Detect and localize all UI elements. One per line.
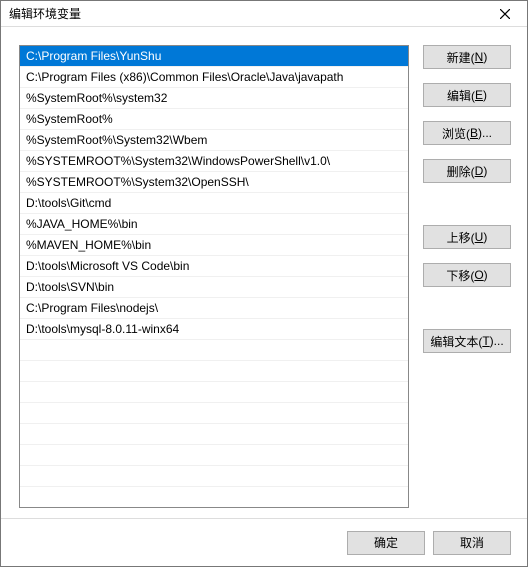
list-item[interactable]	[20, 424, 408, 445]
list-item[interactable]	[20, 382, 408, 403]
close-button[interactable]	[485, 2, 525, 26]
list-item[interactable]: C:\Program Files (x86)\Common Files\Orac…	[20, 67, 408, 88]
browse-button[interactable]: 浏览(B)...	[423, 121, 511, 145]
list-item[interactable]: %MAVEN_HOME%\bin	[20, 235, 408, 256]
list-item[interactable]	[20, 403, 408, 424]
cancel-button[interactable]: 取消	[433, 531, 511, 555]
dialog-window: 编辑环境变量 C:\Program Files\YunShuC:\Program…	[0, 0, 528, 567]
list-item[interactable]	[20, 361, 408, 382]
new-button[interactable]: 新建(N)	[423, 45, 511, 69]
list-item[interactable]: C:\Program Files\nodejs\	[20, 298, 408, 319]
title-bar: 编辑环境变量	[1, 1, 527, 27]
delete-button[interactable]: 删除(D)	[423, 159, 511, 183]
list-item[interactable]: %SystemRoot%\system32	[20, 88, 408, 109]
spacer	[423, 197, 511, 211]
move-up-button[interactable]: 上移(U)	[423, 225, 511, 249]
list-item[interactable]: %SystemRoot%	[20, 109, 408, 130]
window-title: 编辑环境变量	[9, 5, 81, 22]
list-item[interactable]: D:\tools\Microsoft VS Code\bin	[20, 256, 408, 277]
path-list[interactable]: C:\Program Files\YunShuC:\Program Files …	[19, 45, 409, 508]
list-item[interactable]: %SYSTEMROOT%\System32\OpenSSH\	[20, 172, 408, 193]
edit-button[interactable]: 编辑(E)	[423, 83, 511, 107]
edit-text-button[interactable]: 编辑文本(T)...	[423, 329, 511, 353]
side-button-column: 新建(N) 编辑(E) 浏览(B)... 删除(D) 上移(U) 下移(O) 编…	[423, 45, 511, 508]
list-item[interactable]: %JAVA_HOME%\bin	[20, 214, 408, 235]
list-item[interactable]	[20, 445, 408, 466]
list-item[interactable]: %SYSTEMROOT%\System32\WindowsPowerShell\…	[20, 151, 408, 172]
bottom-bar: 确定 取消	[1, 518, 527, 566]
close-icon	[500, 9, 510, 19]
spacer	[423, 301, 511, 315]
list-item[interactable]: %SystemRoot%\System32\Wbem	[20, 130, 408, 151]
list-item[interactable]: D:\tools\SVN\bin	[20, 277, 408, 298]
list-item[interactable]	[20, 340, 408, 361]
move-down-button[interactable]: 下移(O)	[423, 263, 511, 287]
list-item[interactable]: D:\tools\Git\cmd	[20, 193, 408, 214]
list-item[interactable]: D:\tools\mysql-8.0.11-winx64	[20, 319, 408, 340]
list-item[interactable]	[20, 466, 408, 487]
ok-button[interactable]: 确定	[347, 531, 425, 555]
content-area: C:\Program Files\YunShuC:\Program Files …	[1, 27, 527, 518]
list-item[interactable]: C:\Program Files\YunShu	[20, 46, 408, 67]
